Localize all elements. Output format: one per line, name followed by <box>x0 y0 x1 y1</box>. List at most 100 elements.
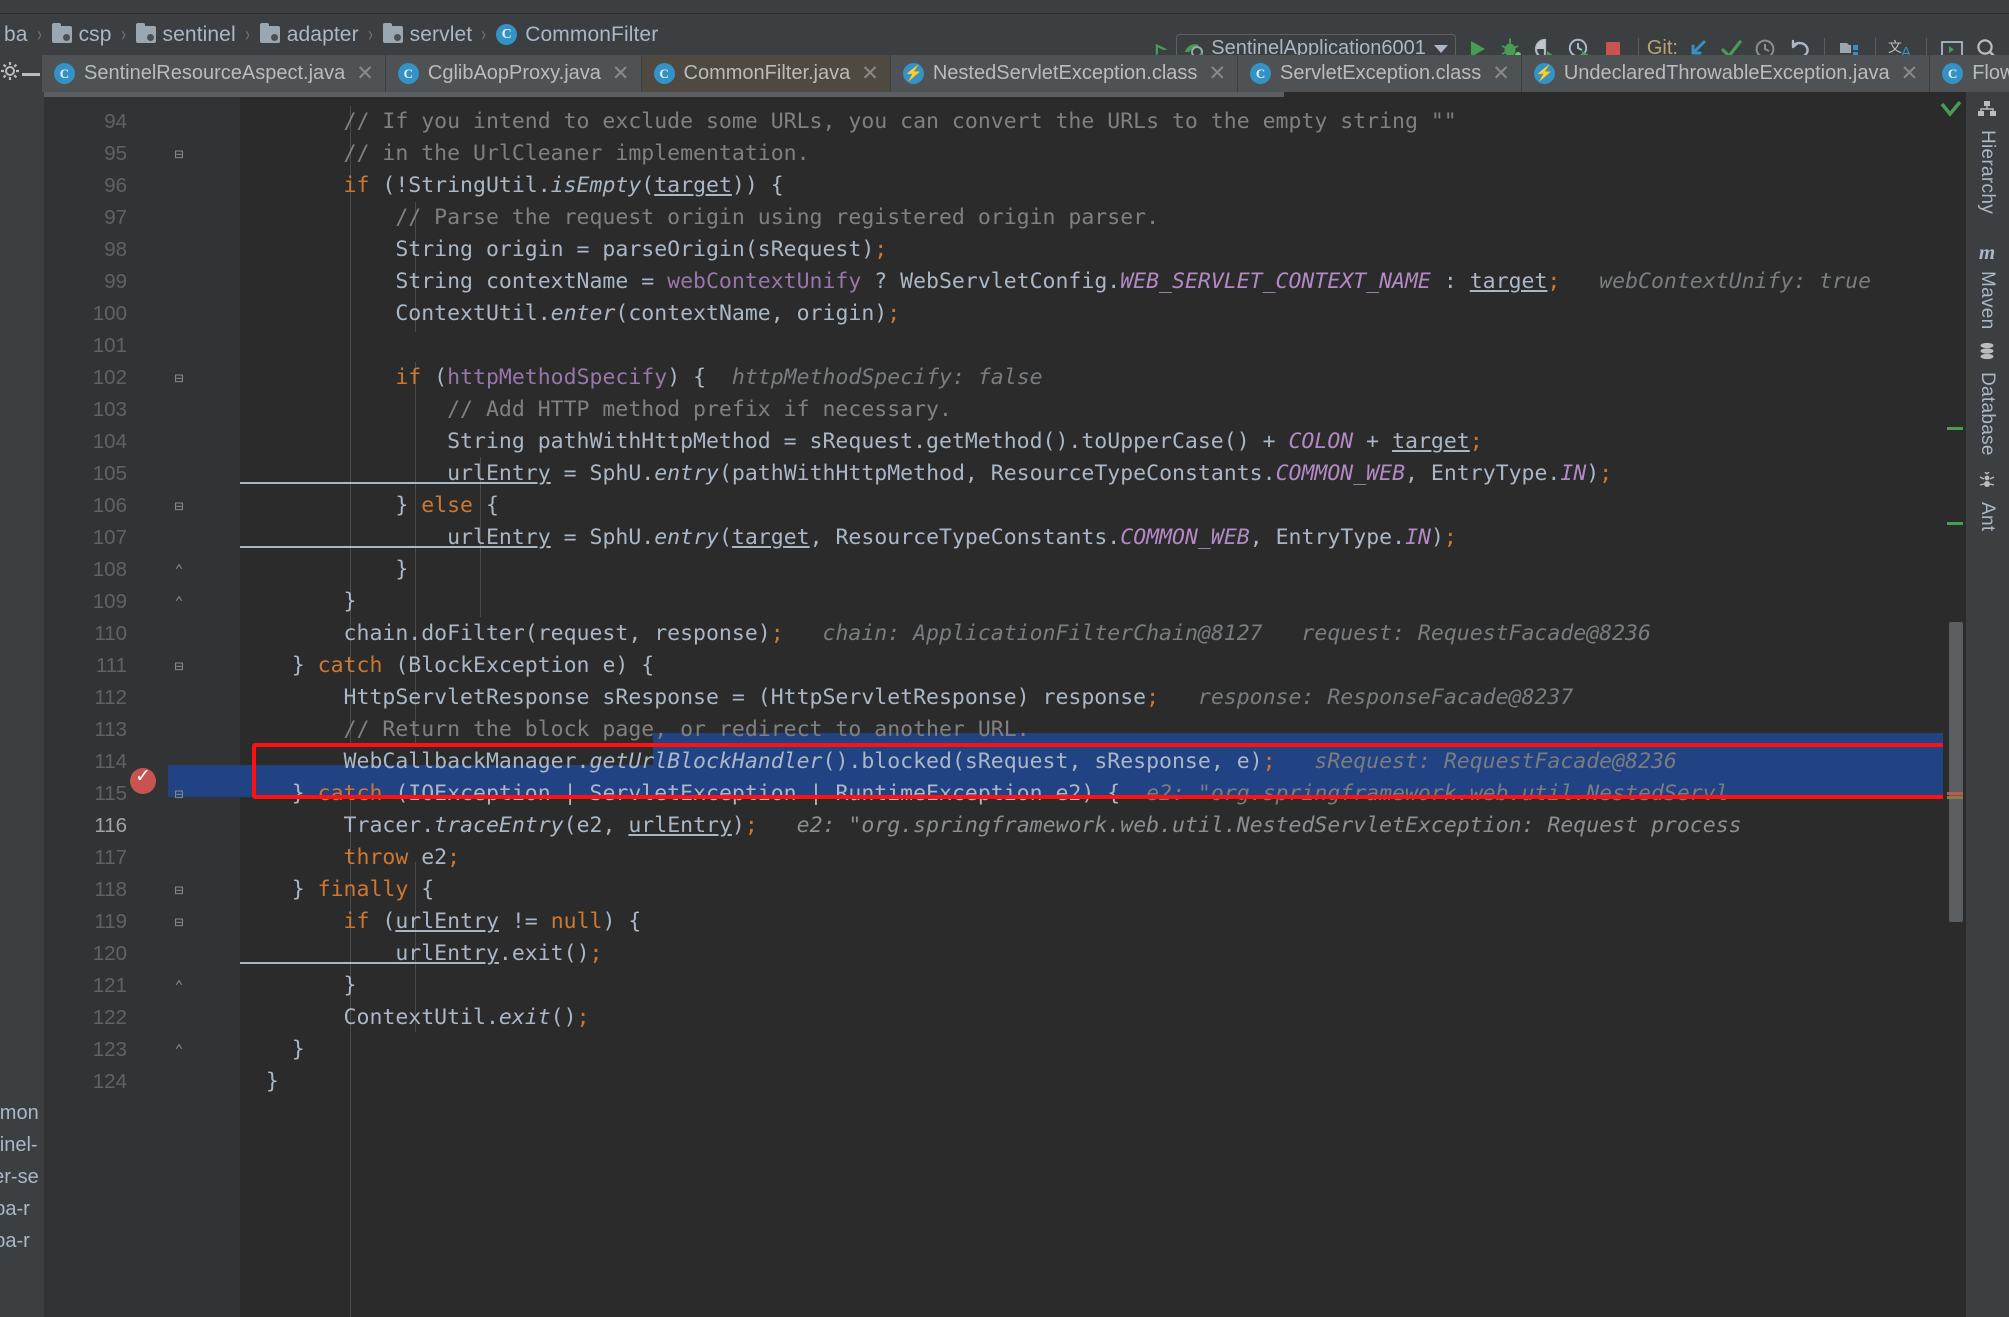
code-text[interactable]: String contextName = webContextUnify ? W… <box>240 266 1871 298</box>
tab-cglibaopproxy[interactable]: C CglibAopProxy.java ✕ <box>385 55 642 92</box>
fold-marker-icon[interactable]: ⊟ <box>167 650 191 682</box>
hide-button[interactable] <box>20 65 42 83</box>
code-line[interactable]: 94 // If you intend to exclude some URLs… <box>0 106 2009 138</box>
code-text[interactable]: } catch (BlockException e) { <box>240 650 654 682</box>
breadcrumb-item-servlet[interactable]: servlet <box>381 14 475 55</box>
code-line[interactable]: 118 ⊟ } finally { <box>0 874 2009 906</box>
code-text[interactable]: } <box>240 554 408 586</box>
fold-marker-icon[interactable]: ⌃ <box>167 554 191 586</box>
code-text[interactable]: // Return the block page, or redirect to… <box>240 714 1030 746</box>
code-line[interactable]: 120 urlEntry.exit(); <box>0 938 2009 970</box>
code-line[interactable]: 103 // Add HTTP method prefix if necessa… <box>0 394 2009 426</box>
tool-window-hierarchy[interactable]: Hierarchy <box>1965 100 2009 214</box>
code-line[interactable]: 98 String origin = parseOrigin(sRequest)… <box>0 234 2009 266</box>
tab-undeclaredthrowableexception[interactable]: ⚡ UndeclaredThrowableException.java ✕ <box>1521 55 1931 92</box>
code-line[interactable]: 107 urlEntry = SphU.entry(target, Resour… <box>0 522 2009 554</box>
code-line[interactable]: 97 // Parse the request origin using reg… <box>0 202 2009 234</box>
fold-marker-icon[interactable]: ⊟ <box>167 490 191 522</box>
close-icon[interactable]: ✕ <box>861 63 879 84</box>
code-line[interactable]: 116 Tracer.traceEntry(e2, urlEntry); e2:… <box>0 810 2009 842</box>
fold-marker-icon[interactable]: ⊟ <box>167 138 191 170</box>
code-text[interactable]: // If you intend to exclude some URLs, y… <box>240 106 1457 138</box>
error-marker[interactable] <box>1947 792 1963 795</box>
tool-window-ant[interactable]: Ant <box>1965 471 2009 531</box>
code-text[interactable]: Tracer.traceEntry(e2, urlEntry); e2: "or… <box>240 810 1742 842</box>
code-text[interactable]: } <box>240 1066 279 1098</box>
code-text[interactable]: ContextUtil.exit(); <box>240 1002 590 1034</box>
code-line[interactable]: 112 HttpServletResponse sResponse = (Htt… <box>0 682 2009 714</box>
code-line[interactable]: 111 ⊟ } catch (BlockException e) { <box>0 650 2009 682</box>
code-line[interactable]: 109 ⌃ } <box>0 586 2009 618</box>
code-line[interactable]: 95 ⊟ // in the UrlCleaner implementation. <box>0 138 2009 170</box>
breadcrumb-item-csp[interactable]: csp <box>50 14 114 55</box>
code-text[interactable]: if (!StringUtil.isEmpty(target)) { <box>240 170 784 202</box>
code-line[interactable]: 96 if (!StringUtil.isEmpty(target)) { <box>0 170 2009 202</box>
inspection-ok-icon[interactable] <box>1939 100 1963 124</box>
code-text[interactable]: if (urlEntry != null) { <box>240 906 642 938</box>
code-text[interactable]: // Parse the request origin using regist… <box>240 202 1159 234</box>
code-line[interactable]: 106 ⊟ } else { <box>0 490 2009 522</box>
fold-marker-icon[interactable]: ⊟ <box>167 906 191 938</box>
code-line[interactable]: 101 <box>0 330 2009 362</box>
tab-servletexception[interactable]: C ServletException.class ✕ <box>1238 55 1522 92</box>
close-icon[interactable]: ✕ <box>356 63 374 84</box>
chevron-down-icon[interactable] <box>1433 44 1448 53</box>
code-line[interactable]: 115 ⊟ } catch (IOException | ServletExcep… <box>0 778 2009 810</box>
code-text[interactable]: } <box>240 970 357 1002</box>
breadcrumb-item-adapter[interactable]: adapter <box>258 14 361 55</box>
code-line[interactable]: 117 throw e2; <box>0 842 2009 874</box>
code-text[interactable]: ContextUtil.enter(contextName, origin); <box>240 298 900 330</box>
warning-marker[interactable] <box>1947 427 1963 430</box>
code-line[interactable]: 100 ContextUtil.enter(contextName, origi… <box>0 298 2009 330</box>
code-line[interactable]: 122 ContextUtil.exit(); <box>0 1002 2009 1034</box>
scrollbar-thumb[interactable] <box>1949 622 1963 922</box>
code-text[interactable]: HttpServletResponse sResponse = (HttpSer… <box>240 682 1574 714</box>
fold-marker-icon[interactable]: ⌃ <box>167 586 191 618</box>
code-line[interactable]: 104 String pathWithHttpMethod = sRequest… <box>0 426 2009 458</box>
fold-marker-icon[interactable]: ⌃ <box>167 970 191 1002</box>
code-text[interactable]: } finally { <box>240 874 434 906</box>
code-line[interactable]: 110 chain.doFilter(request, response); c… <box>0 618 2009 650</box>
gear-icon[interactable] <box>0 61 20 86</box>
tool-window-maven[interactable]: m Maven <box>1965 242 2009 330</box>
tab-nestedservletexception[interactable]: ⚡ NestedServletException.class ✕ <box>890 55 1239 92</box>
code-line[interactable]: 105 urlEntry = SphU.entry(pathWithHttpMe… <box>0 458 2009 490</box>
code-line[interactable]: 99 String contextName = webContextUnify … <box>0 266 2009 298</box>
tab-commonfilter[interactable]: C CommonFilter.java ✕ <box>641 55 891 92</box>
code-text[interactable]: chain.doFilter(request, response); chain… <box>240 618 1651 650</box>
code-text[interactable]: } <box>240 586 357 618</box>
todo-marker[interactable] <box>1947 796 1963 799</box>
code-text[interactable]: urlEntry = SphU.entry(pathWithHttpMethod… <box>240 458 1612 490</box>
tool-window-database[interactable]: Database <box>1965 342 2009 456</box>
close-icon[interactable]: ✕ <box>1208 63 1226 84</box>
code-line[interactable]: 108 ⌃ } <box>0 554 2009 586</box>
warning-marker[interactable] <box>1947 522 1963 525</box>
code-text[interactable]: } <box>240 1034 305 1066</box>
code-text[interactable]: } catch (IOException | ServletException … <box>240 778 1729 810</box>
code-text[interactable]: // Add HTTP method prefix if necessary. <box>240 394 952 426</box>
fold-marker-icon[interactable]: ⊟ <box>167 874 191 906</box>
code-text[interactable]: throw e2; <box>240 842 461 874</box>
code-text[interactable]: } else { <box>240 490 499 522</box>
code-editor[interactable]: ommon entinel- aker-se baba-r baba-r <box>0 92 2009 1317</box>
code-text[interactable]: String origin = parseOrigin(sRequest); <box>240 234 887 266</box>
close-icon[interactable]: ✕ <box>612 63 630 84</box>
fold-marker-icon[interactable]: ⌃ <box>167 1034 191 1066</box>
code-text[interactable]: WebCallbackManager.getUrlBlockHandler().… <box>240 746 1677 778</box>
tab-flowr[interactable]: C FlowR <box>1930 55 2009 92</box>
code-text[interactable]: if (httpMethodSpecify) { httpMethodSpeci… <box>240 362 1042 394</box>
code-line[interactable]: 102 ⊟ if (httpMethodSpecify) { httpMethod… <box>0 362 2009 394</box>
tab-sentinelresourceaspect[interactable]: C SentinelResourceAspect.java ✕ <box>42 55 386 92</box>
code-text[interactable]: // in the UrlCleaner implementation. <box>240 138 810 170</box>
breadcrumb-item-ba[interactable]: ba <box>2 14 30 55</box>
code-line[interactable]: 121 ⌃ } <box>0 970 2009 1002</box>
code-text[interactable]: String pathWithHttpMethod = sRequest.get… <box>240 426 1483 458</box>
fold-marker-icon[interactable]: ⊟ <box>167 778 191 810</box>
code-text[interactable]: urlEntry = SphU.entry(target, ResourceTy… <box>240 522 1457 554</box>
close-icon[interactable]: ✕ <box>1901 63 1919 84</box>
code-line[interactable]: 119 ⊟ if (urlEntry != null) { <box>0 906 2009 938</box>
code-line[interactable]: 114 WebCallbackManager.getUrlBlockHandle… <box>0 746 2009 778</box>
breadcrumb-item-commonfilter[interactable]: C CommonFilter <box>494 14 660 55</box>
close-icon[interactable]: ✕ <box>1492 63 1510 84</box>
breadcrumb-item-sentinel[interactable]: sentinel <box>134 14 238 55</box>
